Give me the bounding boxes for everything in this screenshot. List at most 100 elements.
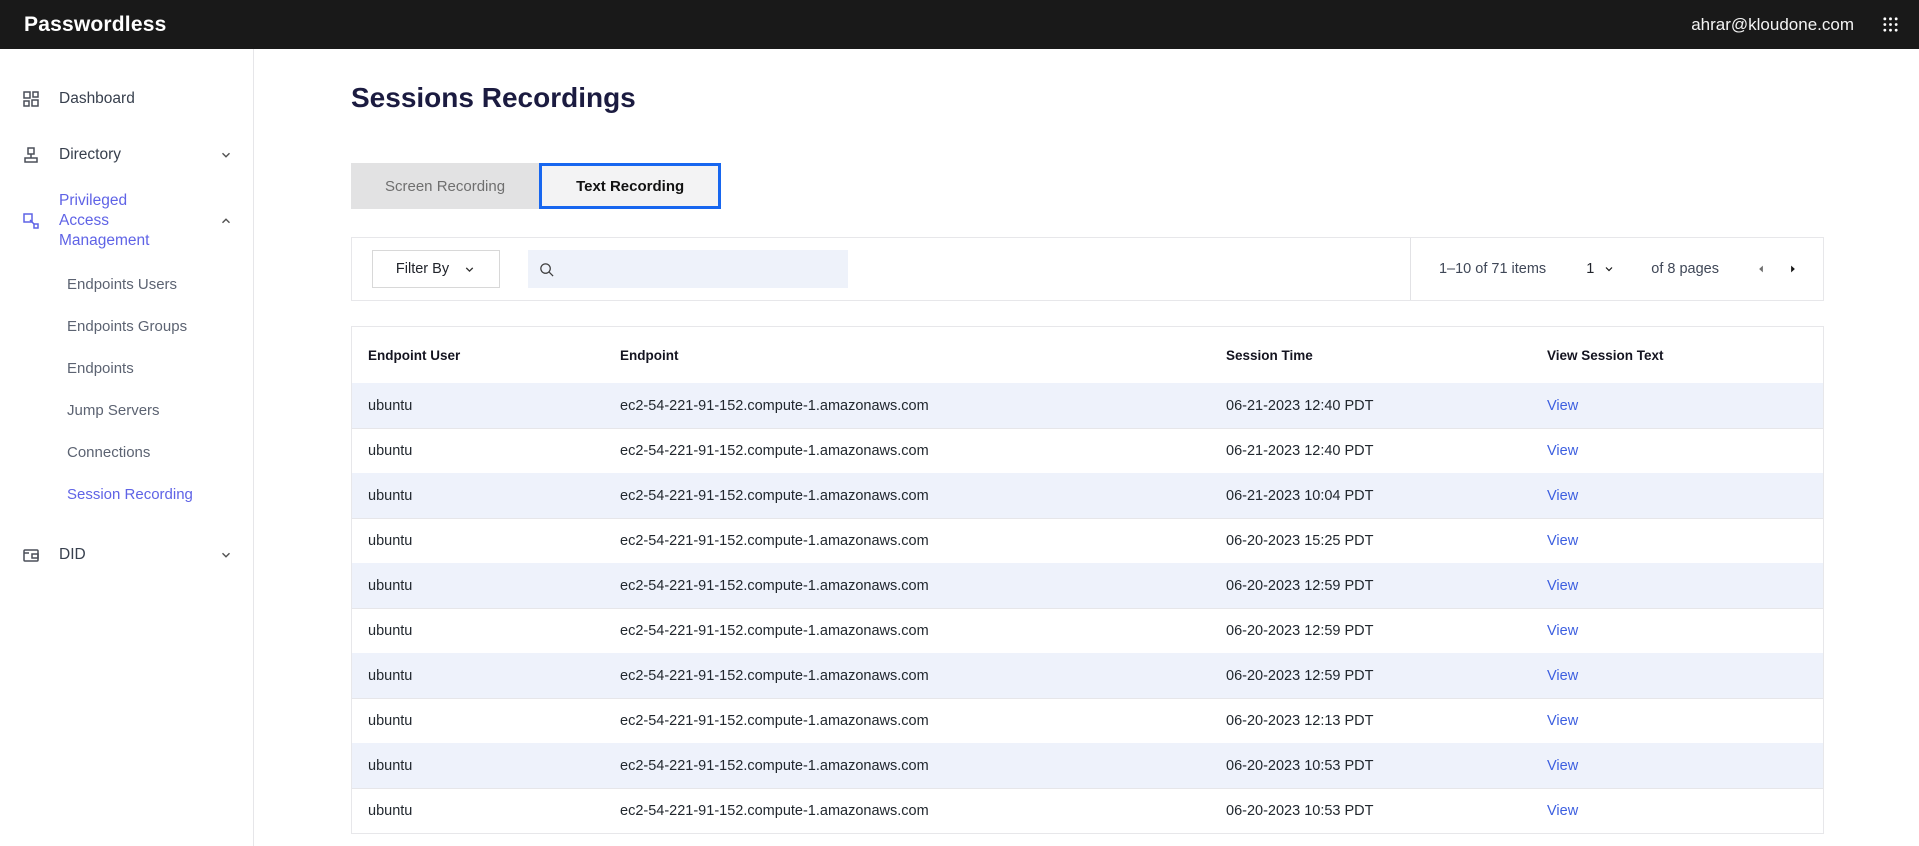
main-content: Sessions Recordings Screen Recording Tex… <box>254 49 1919 846</box>
table-row: ubuntu ec2-54-221-91-152.compute-1.amazo… <box>352 428 1823 473</box>
next-page-button[interactable] <box>1777 253 1809 285</box>
view-session-link[interactable]: View <box>1547 443 1578 459</box>
cell-endpoint-user: ubuntu <box>368 398 413 414</box>
pagination-arrows <box>1745 253 1809 285</box>
page-number-select[interactable]: 1 <box>1586 261 1615 277</box>
view-session-link[interactable]: View <box>1547 488 1578 504</box>
sidebar-item-session-recording[interactable]: Session Recording <box>0 473 253 515</box>
view-session-link[interactable]: View <box>1547 398 1578 414</box>
tab-bar: Screen Recording Text Recording <box>351 163 1824 209</box>
search-input[interactable] <box>563 261 838 277</box>
cell-endpoint: ec2-54-221-91-152.compute-1.amazonaws.co… <box>620 803 929 819</box>
column-header-endpoint-user: Endpoint User <box>368 347 461 363</box>
table-row: ubuntu ec2-54-221-91-152.compute-1.amazo… <box>352 653 1823 698</box>
sidebar-item-label: Directory <box>59 145 122 163</box>
filter-toolbar: Filter By 1–10 of 71 items 1 of 8 pages <box>351 237 1824 301</box>
cell-endpoint: ec2-54-221-91-152.compute-1.amazonaws.co… <box>620 668 929 684</box>
sidebar: Dashboard Directory Privileged Access Ma… <box>0 49 254 846</box>
view-session-link[interactable]: View <box>1547 758 1578 774</box>
view-session-link[interactable]: View <box>1547 623 1578 639</box>
pam-vector-icon <box>20 211 42 231</box>
cell-session-time: 06-20-2023 12:59 PDT <box>1226 623 1374 639</box>
column-header-session-time: Session Time <box>1226 347 1313 363</box>
cell-endpoint-user: ubuntu <box>368 443 413 459</box>
cell-endpoint-user: ubuntu <box>368 758 413 774</box>
cell-session-time: 06-21-2023 12:40 PDT <box>1226 443 1374 459</box>
sidebar-item-label: Privileged Access Management <box>59 192 150 250</box>
cell-session-time: 06-20-2023 10:53 PDT <box>1226 758 1374 774</box>
cell-endpoint-user: ubuntu <box>368 623 413 639</box>
cell-session-time: 06-21-2023 10:04 PDT <box>1226 488 1374 504</box>
view-session-link[interactable]: View <box>1547 668 1578 684</box>
chevron-down-icon <box>463 263 476 276</box>
sidebar-item-endpoints-users[interactable]: Endpoints Users <box>0 263 253 305</box>
cell-session-time: 06-20-2023 15:25 PDT <box>1226 533 1374 549</box>
cell-session-time: 06-20-2023 12:59 PDT <box>1226 578 1374 594</box>
table-row: ubuntu ec2-54-221-91-152.compute-1.amazo… <box>352 518 1823 563</box>
previous-page-button[interactable] <box>1745 253 1777 285</box>
sidebar-item-did[interactable]: DID <box>0 535 253 575</box>
sidebar-item-privileged-access-management[interactable]: Privileged Access Management <box>0 191 253 251</box>
search-icon <box>538 261 555 278</box>
table-row: ubuntu ec2-54-221-91-152.compute-1.amazo… <box>352 563 1823 608</box>
sidebar-item-dashboard[interactable]: Dashboard <box>0 79 253 119</box>
pagination: 1–10 of 71 items 1 of 8 pages <box>1409 238 1823 300</box>
cell-endpoint: ec2-54-221-91-152.compute-1.amazonaws.co… <box>620 443 929 459</box>
caret-right-icon <box>1787 263 1799 275</box>
wallet-icon <box>20 545 42 565</box>
sidebar-item-label: Dashboard <box>59 89 135 107</box>
tab-text-recording[interactable]: Text Recording <box>539 163 722 209</box>
filter-by-label: Filter By <box>395 261 450 277</box>
cell-endpoint: ec2-54-221-91-152.compute-1.amazonaws.co… <box>620 488 929 504</box>
cell-endpoint-user: ubuntu <box>368 578 413 594</box>
grid-dots-icon <box>1882 16 1899 33</box>
directory-icon <box>20 145 42 165</box>
sidebar-item-connections[interactable]: Connections <box>0 431 253 473</box>
sessions-table: Endpoint User Endpoint Session Time View… <box>351 326 1824 834</box>
cell-endpoint-user: ubuntu <box>368 713 413 729</box>
filter-by-dropdown[interactable]: Filter By <box>372 250 500 288</box>
pagination-pages-count: of 8 pages <box>1651 261 1719 277</box>
sidebar-item-directory[interactable]: Directory <box>0 135 253 175</box>
sidebar-item-endpoints[interactable]: Endpoints <box>0 347 253 389</box>
column-header-view-session-text: View Session Text <box>1547 347 1664 363</box>
search-box[interactable] <box>528 250 848 288</box>
cell-endpoint-user: ubuntu <box>368 803 413 819</box>
chevron-up-icon <box>219 214 233 228</box>
cell-session-time: 06-21-2023 12:40 PDT <box>1226 398 1374 414</box>
pam-submenu: Endpoints Users Endpoints Groups Endpoin… <box>0 263 253 515</box>
cell-endpoint: ec2-54-221-91-152.compute-1.amazonaws.co… <box>620 758 929 774</box>
app-switcher-button[interactable] <box>1878 12 1903 37</box>
column-header-endpoint: Endpoint <box>620 347 679 363</box>
cell-endpoint: ec2-54-221-91-152.compute-1.amazonaws.co… <box>620 713 929 729</box>
pagination-items-count: 1–10 of 71 items <box>1438 261 1547 277</box>
sidebar-item-label: DID <box>59 546 86 564</box>
cell-session-time: 06-20-2023 12:59 PDT <box>1226 668 1374 684</box>
cell-endpoint: ec2-54-221-91-152.compute-1.amazonaws.co… <box>620 623 929 639</box>
table-row: ubuntu ec2-54-221-91-152.compute-1.amazo… <box>352 473 1823 518</box>
view-session-link[interactable]: View <box>1547 533 1578 549</box>
table-row: ubuntu ec2-54-221-91-152.compute-1.amazo… <box>352 383 1823 428</box>
tab-screen-recording[interactable]: Screen Recording <box>351 163 540 209</box>
cell-endpoint-user: ubuntu <box>368 488 413 504</box>
cell-endpoint: ec2-54-221-91-152.compute-1.amazonaws.co… <box>620 398 929 414</box>
dashboard-icon <box>20 89 42 109</box>
view-session-link[interactable]: View <box>1547 803 1578 819</box>
sidebar-item-endpoints-groups[interactable]: Endpoints Groups <box>0 305 253 347</box>
chevron-down-icon <box>1603 263 1615 275</box>
cell-session-time: 06-20-2023 12:13 PDT <box>1226 713 1374 729</box>
brand-logo: Passwordless <box>24 12 167 36</box>
caret-left-icon <box>1755 263 1767 275</box>
table-row: ubuntu ec2-54-221-91-152.compute-1.amazo… <box>352 743 1823 788</box>
cell-endpoint: ec2-54-221-91-152.compute-1.amazonaws.co… <box>620 578 929 594</box>
view-session-link[interactable]: View <box>1547 713 1578 729</box>
page-layout: Dashboard Directory Privileged Access Ma… <box>0 49 1919 846</box>
view-session-link[interactable]: View <box>1547 578 1578 594</box>
cell-endpoint-user: ubuntu <box>368 533 413 549</box>
cell-session-time: 06-20-2023 10:53 PDT <box>1226 803 1374 819</box>
page-title: Sessions Recordings <box>351 82 636 113</box>
page-number: 1 <box>1586 261 1595 277</box>
cell-endpoint-user: ubuntu <box>368 668 413 684</box>
table-row: ubuntu ec2-54-221-91-152.compute-1.amazo… <box>352 788 1823 833</box>
sidebar-item-jump-servers[interactable]: Jump Servers <box>0 389 253 431</box>
